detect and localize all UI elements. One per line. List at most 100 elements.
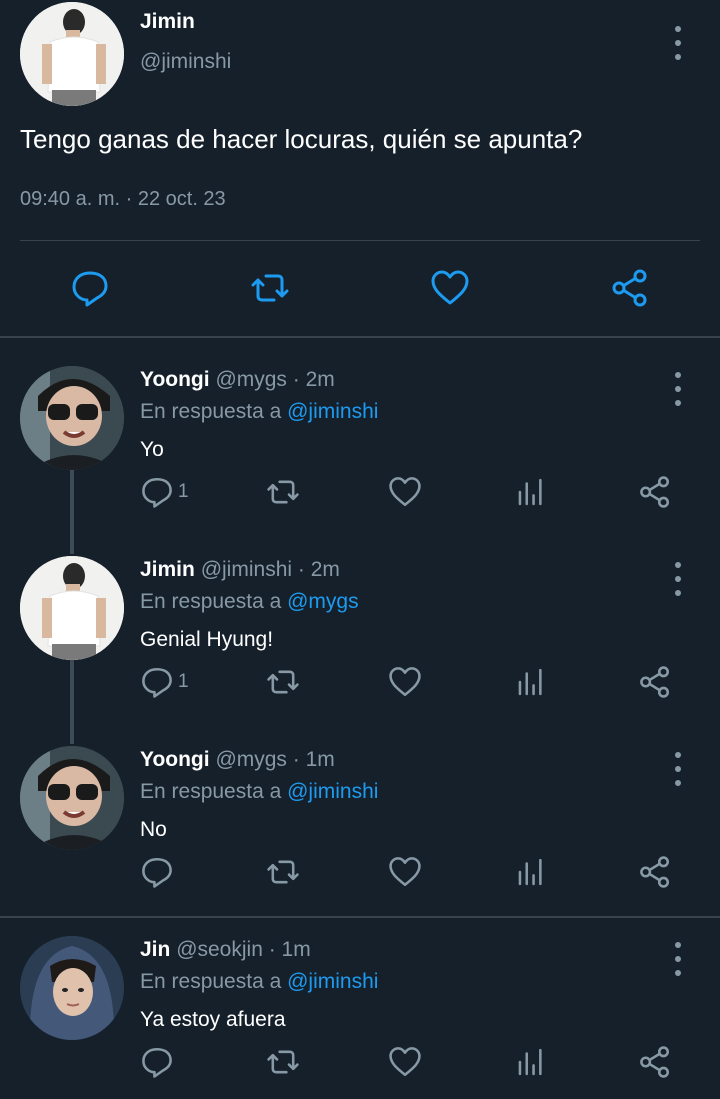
author-handle[interactable]: @seokjin <box>176 938 263 961</box>
avatar[interactable] <box>20 366 124 470</box>
reply-header: Yoongi @mygs · 2m <box>140 368 335 392</box>
dot <box>675 752 681 758</box>
like-icon <box>389 477 421 507</box>
analytics-button[interactable] <box>514 474 548 510</box>
share-icon <box>640 476 670 508</box>
dot <box>675 40 681 46</box>
retweet-button[interactable] <box>266 1044 300 1080</box>
retweet-button[interactable] <box>266 854 300 890</box>
divider <box>0 916 720 918</box>
dot <box>675 576 681 582</box>
author-handle[interactable]: @mygs <box>215 748 287 771</box>
mention-link[interactable]: @mygs <box>287 590 359 613</box>
dot <box>675 562 681 568</box>
reply-button[interactable] <box>70 268 110 308</box>
author-handle[interactable]: @jiminshi <box>201 558 292 581</box>
avatar-photo <box>20 746 124 850</box>
reply-actions: 1 <box>140 474 700 518</box>
avatar-photo <box>20 936 124 1040</box>
analytics-icon <box>518 478 542 506</box>
author-name[interactable]: Jimin <box>140 10 195 34</box>
divider <box>0 336 720 338</box>
retweet-button[interactable] <box>250 268 290 308</box>
dot <box>675 54 681 60</box>
tweet-timestamp[interactable]: 09:40 a. m. · 22 oct. 23 <box>20 188 226 211</box>
like-button[interactable] <box>430 268 470 308</box>
more-options-button[interactable] <box>668 752 688 786</box>
reply-button[interactable] <box>140 854 174 890</box>
mention-link[interactable]: @jiminshi <box>287 780 378 803</box>
analytics-button[interactable] <box>514 854 548 890</box>
share-button[interactable] <box>638 664 672 700</box>
share-icon <box>640 856 670 888</box>
reply-actions <box>140 1044 700 1088</box>
like-button[interactable] <box>388 854 422 890</box>
replying-to-prefix: En respuesta a <box>140 400 288 423</box>
author-name[interactable]: Jin <box>140 938 170 961</box>
avatar-photo <box>20 2 124 106</box>
avatar[interactable] <box>20 556 124 660</box>
replying-to: En respuesta a @jiminshi <box>140 400 378 424</box>
avatar[interactable] <box>20 746 124 850</box>
retweet-icon <box>267 670 299 694</box>
main-tweet: Jimin @jiminshi Tengo ganas de hacer loc… <box>0 0 720 337</box>
author-name[interactable]: Yoongi <box>140 368 210 391</box>
reply-time[interactable]: 1m <box>282 938 311 961</box>
reply-tweet[interactable]: Jimin @jiminshi · 2m En respuesta a @myg… <box>0 556 720 746</box>
analytics-button[interactable] <box>514 1044 548 1080</box>
share-button[interactable] <box>638 474 672 510</box>
reply-time[interactable]: 1m <box>306 748 335 771</box>
reply-button[interactable] <box>140 1044 174 1080</box>
retweet-icon <box>267 480 299 504</box>
more-options-button[interactable] <box>668 942 688 976</box>
dot <box>675 766 681 772</box>
dot <box>675 372 681 378</box>
avatar[interactable] <box>20 936 124 1040</box>
reply-icon <box>142 477 172 508</box>
reply-header: Yoongi @mygs · 1m <box>140 748 335 772</box>
reply-tweet[interactable]: Yoongi @mygs · 1m En respuesta a @jimins… <box>0 746 720 936</box>
replying-to: En respuesta a @jiminshi <box>140 970 378 994</box>
share-icon <box>612 269 647 307</box>
replying-to: En respuesta a @jiminshi <box>140 780 378 804</box>
more-options-button[interactable] <box>668 26 688 60</box>
more-options-button[interactable] <box>668 372 688 406</box>
author-handle[interactable]: @jiminshi <box>140 50 231 74</box>
reply-time[interactable]: 2m <box>306 368 335 391</box>
analytics-icon <box>518 1048 542 1076</box>
like-icon <box>389 667 421 697</box>
reply-button[interactable]: 1 <box>140 664 189 700</box>
author-name[interactable]: Yoongi <box>140 748 210 771</box>
like-button[interactable] <box>388 664 422 700</box>
dot <box>675 956 681 962</box>
reply-button[interactable]: 1 <box>140 474 189 510</box>
dot <box>675 780 681 786</box>
reply-count: 1 <box>178 671 189 692</box>
reply-actions <box>140 854 700 898</box>
avatar-photo <box>20 556 124 660</box>
retweet-icon <box>267 1050 299 1074</box>
share-button[interactable] <box>638 1044 672 1080</box>
like-button[interactable] <box>388 1044 422 1080</box>
author-name[interactable]: Jimin <box>140 558 195 581</box>
reply-tweet[interactable]: Jin @seokjin · 1m En respuesta a @jimins… <box>0 936 720 1099</box>
share-icon <box>640 1046 670 1078</box>
share-icon <box>640 666 670 698</box>
share-button[interactable] <box>638 854 672 890</box>
retweet-button[interactable] <box>266 664 300 700</box>
retweet-button[interactable] <box>266 474 300 510</box>
share-button[interactable] <box>610 268 650 308</box>
reply-tweet[interactable]: Yoongi @mygs · 2m En respuesta a @jimins… <box>0 366 720 556</box>
analytics-button[interactable] <box>514 664 548 700</box>
like-button[interactable] <box>388 474 422 510</box>
reply-time[interactable]: 2m <box>311 558 340 581</box>
reply-text: Yo <box>140 438 164 461</box>
avatar[interactable] <box>20 2 124 106</box>
mention-link[interactable]: @jiminshi <box>287 970 378 993</box>
reply-icon <box>72 271 108 307</box>
more-options-button[interactable] <box>668 562 688 596</box>
tweet-text: Tengo ganas de hacer locuras, quién se a… <box>20 124 583 154</box>
mention-link[interactable]: @jiminshi <box>287 400 378 423</box>
author-handle[interactable]: @mygs <box>215 368 287 391</box>
reply-count: 1 <box>178 481 189 502</box>
